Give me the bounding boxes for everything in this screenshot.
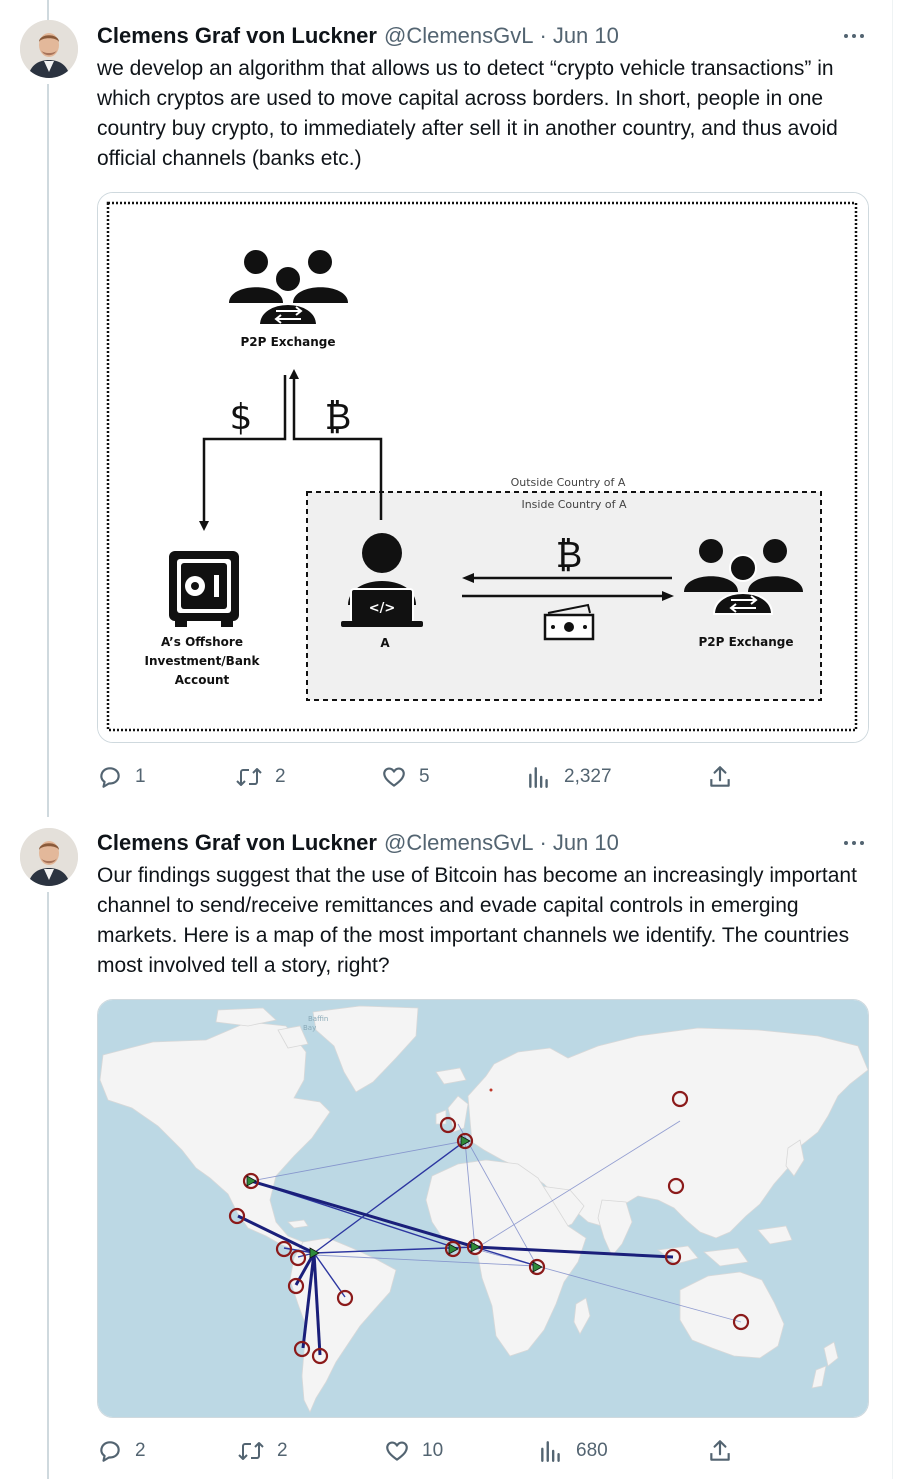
author-handle[interactable]: @ClemensGvL [384, 23, 534, 49]
heart-icon [383, 767, 405, 787]
view-count: 680 [576, 1440, 608, 1461]
tweet-actions: 1 2 5 2,327 [97, 762, 777, 792]
offshore-label-3: Account [175, 673, 230, 687]
share-upload-icon [710, 766, 730, 787]
more-options-button[interactable] [838, 22, 870, 50]
tweet-media-diagram[interactable]: Outside Country of A Inside Country of A… [97, 192, 869, 743]
reply-button[interactable]: 1 [97, 762, 146, 792]
tweet-media-map[interactable]: Baffin Bay [97, 999, 869, 1418]
bar-chart-icon [541, 1441, 560, 1462]
like-button[interactable]: 10 [384, 1436, 443, 1466]
svg-text:</>: </> [369, 601, 396, 616]
retweet-icon [238, 1442, 264, 1460]
bar-chart-icon [529, 767, 548, 788]
tweet[interactable]: Clemens Graf von Luckner @ClemensGvL · J… [0, 0, 892, 818]
like-button[interactable]: 5 [381, 762, 430, 792]
author-handle[interactable]: @ClemensGvL [384, 830, 534, 856]
timeline-border [892, 0, 893, 1479]
inside-country-label: Inside Country of A [521, 498, 627, 511]
baffin-label: Baffin [308, 1015, 328, 1023]
offshore-label-1: A’s Offshore [161, 635, 243, 649]
tweet-text: we develop an algorithm that allows us t… [97, 57, 838, 170]
reply-button[interactable]: 2 [97, 1436, 146, 1466]
reply-bubble-icon [100, 767, 120, 788]
retweet-icon [236, 768, 262, 786]
views-button[interactable]: 680 [538, 1436, 608, 1466]
tweet-date[interactable]: Jun 10 [553, 23, 619, 49]
reply-bubble-icon [100, 1441, 120, 1462]
share-upload-icon [710, 1440, 730, 1461]
bitcoin-symbol-top: ₿ [325, 397, 352, 438]
like-count: 10 [422, 1440, 444, 1461]
tweet-actions: 2 2 10 680 [97, 1436, 777, 1466]
p2p-top-label: P2P Exchange [240, 335, 335, 349]
tweet-header: Clemens Graf von Luckner @ClemensGvL · J… [97, 829, 619, 857]
avatar[interactable] [20, 20, 78, 78]
reply-count: 2 [135, 1440, 146, 1461]
tweet[interactable]: Clemens Graf von Luckner @ClemensGvL · J… [0, 818, 892, 1479]
offshore-label-2: Investment/Bank [145, 654, 261, 668]
tweet-text: Our findings suggest that the use of Bit… [97, 864, 857, 977]
more-options-button[interactable] [838, 829, 870, 857]
retweet-button[interactable]: 2 [237, 1436, 288, 1466]
view-count: 2,327 [564, 766, 612, 787]
bay-label: Bay [303, 1024, 316, 1032]
heart-icon [386, 1441, 408, 1461]
dollar-symbol: $ [230, 397, 253, 438]
reply-count: 1 [135, 766, 146, 787]
author-name[interactable]: Clemens Graf von Luckner [97, 830, 377, 856]
more-horizontal-icon [844, 34, 864, 38]
author-name[interactable]: Clemens Graf von Luckner [97, 23, 377, 49]
share-button[interactable] [707, 762, 733, 792]
outside-country-label: Outside Country of A [511, 476, 626, 489]
person-a-label: A [380, 636, 390, 650]
retweet-count: 2 [275, 766, 286, 787]
bitcoin-symbol-mid: ₿ [556, 535, 583, 576]
retweet-button[interactable]: 2 [235, 762, 286, 792]
more-horizontal-icon [844, 841, 864, 845]
p2p-right-label: P2P Exchange [698, 635, 793, 649]
map-dot [489, 1088, 493, 1092]
separator: · [539, 830, 547, 855]
separator: · [539, 23, 547, 48]
safe-icon [169, 551, 239, 627]
tweet-header: Clemens Graf von Luckner @ClemensGvL · J… [97, 22, 619, 50]
avatar[interactable] [20, 828, 78, 886]
share-button[interactable] [707, 1436, 733, 1466]
views-button[interactable]: 2,327 [526, 762, 612, 792]
like-count: 5 [419, 766, 430, 787]
tweet-date[interactable]: Jun 10 [553, 830, 619, 856]
retweet-count: 2 [277, 1440, 288, 1461]
